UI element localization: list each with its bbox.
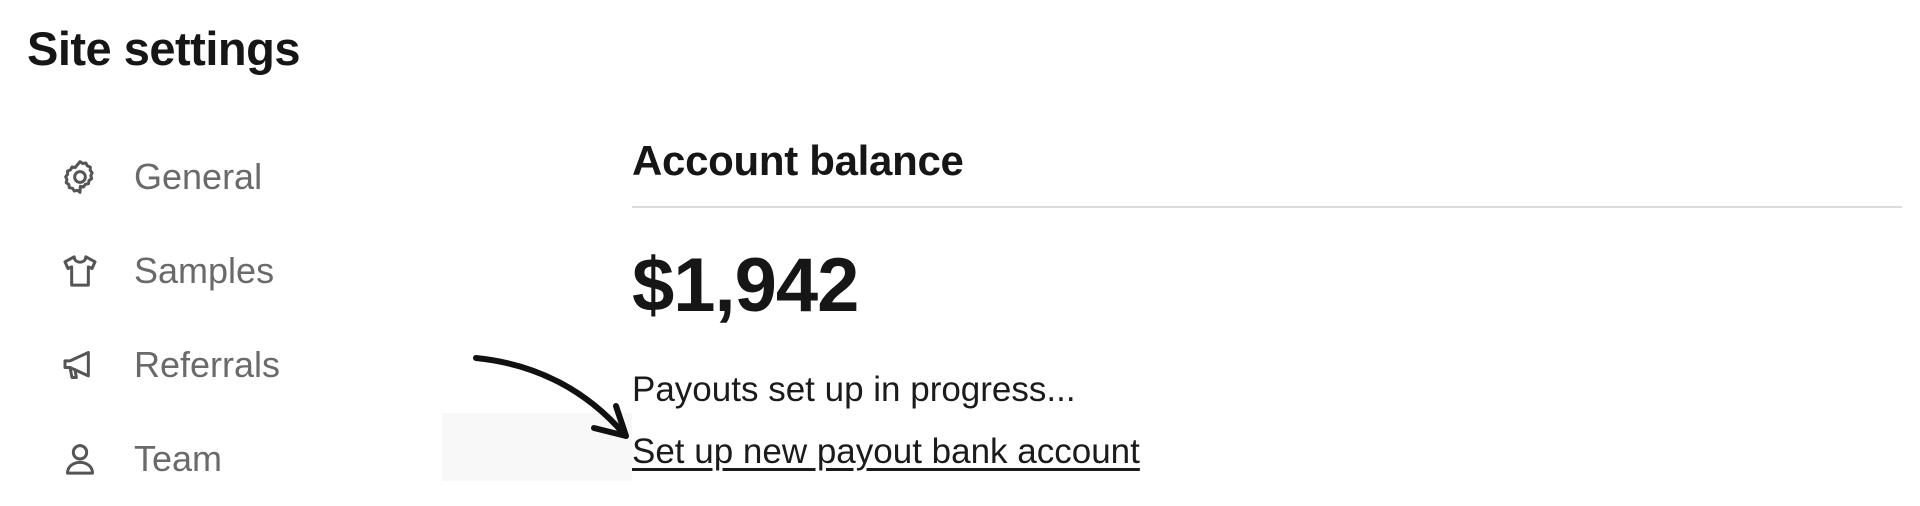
page-title: Site settings: [27, 22, 300, 75]
account-balance-amount: $1,942: [632, 243, 859, 328]
user-icon: [52, 431, 108, 487]
annotation-arrow-icon: [473, 355, 629, 439]
sidebar-item-label: Referrals: [134, 344, 281, 385]
gear-icon: [52, 149, 108, 205]
section-divider: [632, 206, 1902, 208]
sidebar-item-team[interactable]: Team: [52, 412, 392, 506]
setup-payout-account-link[interactable]: Set up new payout bank account: [632, 430, 1140, 474]
account-balance-panel: Account balance $1,942 Payouts set up in…: [632, 130, 1902, 474]
megaphone-icon: [52, 337, 108, 393]
tshirt-icon: [52, 243, 108, 299]
sidebar-item-label: Team: [134, 438, 223, 479]
sidebar-item-label: General: [134, 156, 263, 197]
sidebar-item-general[interactable]: General: [52, 130, 392, 224]
sidebar-item-label: Samples: [134, 250, 275, 291]
sidebar-item-referrals[interactable]: Referrals: [52, 318, 392, 412]
section-title: Account balance: [632, 137, 964, 184]
sidebar-item-samples[interactable]: Samples: [52, 224, 392, 318]
payout-status-text: Payouts set up in progress...: [632, 370, 1076, 409]
settings-sidebar: General Samples Referrals Team: [52, 130, 392, 506]
